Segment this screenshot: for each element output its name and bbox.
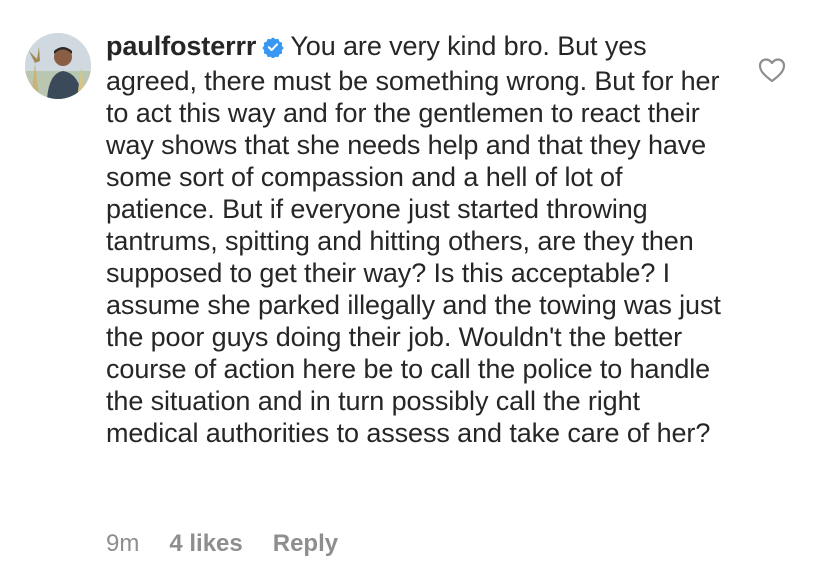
comment-likes-count[interactable]: 4 likes [169,530,242,557]
comment-text: You are very kind bro. But yes agreed, t… [106,31,721,448]
like-heart-icon[interactable] [758,57,786,83]
comment-time[interactable]: 9m [106,530,139,557]
avatar[interactable] [25,33,91,99]
comment-username[interactable]: paulfosterrr [106,31,256,61]
avatar-photo [25,33,91,99]
verified-badge-icon [262,33,284,65]
comment-body: paulfosterrr You are very kind bro. But y… [106,30,721,449]
reply-button[interactable]: Reply [273,530,338,557]
comment-meta: 9m 4 likes Reply [106,529,368,559]
